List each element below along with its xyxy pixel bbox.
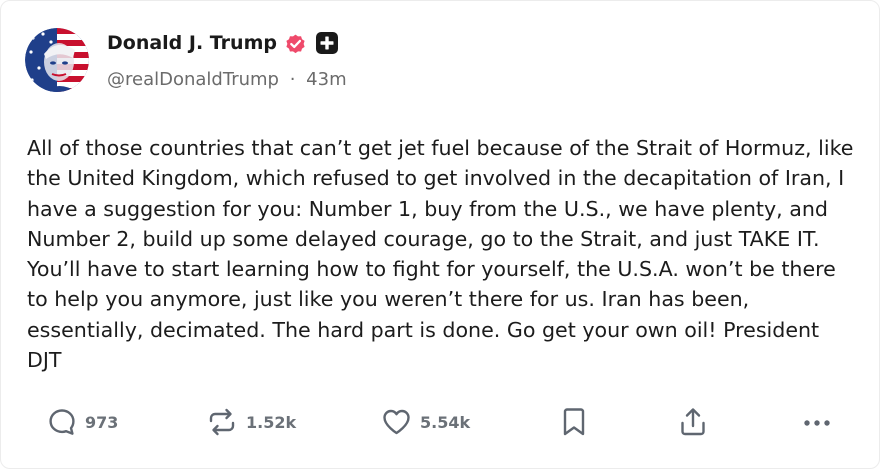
plus-badge-icon [315, 32, 338, 54]
author-name-row: Donald J. Trump [107, 31, 347, 55]
avatar[interactable] [25, 28, 89, 92]
bookmark-button[interactable] [561, 403, 587, 441]
reply-count: 973 [85, 412, 119, 432]
author-handle[interactable]: @realDonaldTrump [107, 69, 279, 90]
verified-badge-icon [284, 32, 307, 55]
bookmark-icon [561, 406, 587, 438]
post-header: Donald J. Trump @realDonaldTrump · 43m [25, 28, 347, 92]
reply-icon [47, 407, 77, 437]
meta-separator: · [289, 69, 296, 90]
more-options-button[interactable] [801, 403, 833, 441]
like-count: 5.54k [420, 412, 471, 432]
like-button[interactable]: 5.54k [381, 403, 470, 441]
author-meta: Donald J. Trump @realDonaldTrump · 43m [107, 31, 347, 90]
post-body: All of those countries that can’t get je… [27, 136, 854, 373]
action-bar: 973 1.52k 5.54k [1, 403, 879, 441]
more-icon [801, 407, 833, 437]
repost-button[interactable]: 1.52k [206, 403, 296, 441]
author-handle-row: @realDonaldTrump · 43m [107, 69, 347, 90]
reply-button[interactable]: 973 [47, 403, 118, 441]
heart-icon [381, 407, 412, 437]
repost-count: 1.52k [246, 412, 297, 432]
post-time[interactable]: 43m [306, 69, 346, 90]
share-button[interactable] [678, 403, 708, 441]
post-card: Donald J. Trump @realDonaldTrump · 43m A… [0, 0, 880, 469]
repost-icon [206, 407, 238, 437]
author-name[interactable]: Donald J. Trump [107, 32, 277, 54]
share-icon [678, 406, 708, 438]
avatar-image [25, 28, 89, 92]
